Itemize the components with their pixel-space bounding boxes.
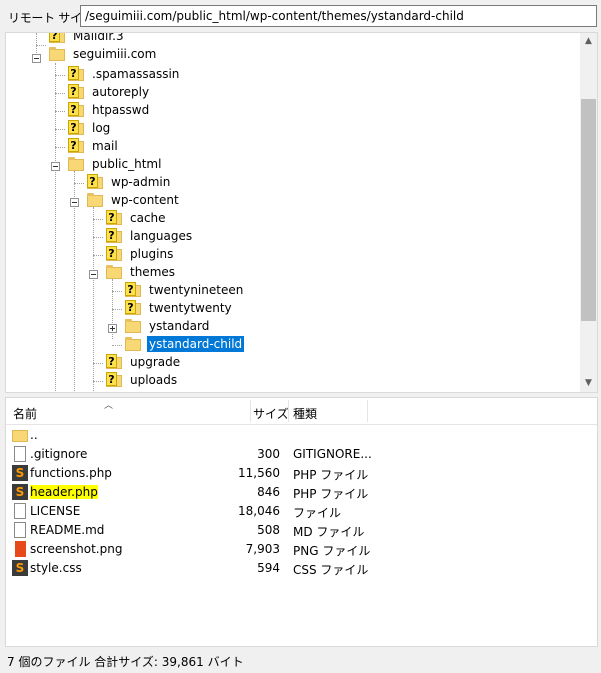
tree-item-htpasswd[interactable]: ? htpasswd (68, 101, 151, 119)
expand-toggle[interactable] (108, 324, 117, 333)
tree-item-upgrade[interactable]: ? upgrade (106, 353, 182, 371)
folder-icon (125, 336, 141, 352)
tree-line (93, 219, 103, 220)
tree-line (55, 111, 65, 112)
file-row-parent[interactable]: .. (6, 426, 597, 445)
remote-path-input[interactable] (80, 5, 597, 27)
file-row[interactable]: .gitignore 300 GITIGNORE... (6, 445, 597, 464)
image-icon (15, 541, 26, 557)
tree-item-maildir3[interactable]: ? Maildir.3 (49, 33, 126, 45)
sort-ascending-icon: ︿ (104, 401, 114, 411)
folder-icon (106, 264, 122, 280)
tree-item-cache[interactable]: ? cache (106, 209, 168, 227)
file-row[interactable]: S style.css 594 CSS ファイル (6, 559, 597, 578)
folder-icon (68, 156, 84, 172)
tree-item-mail[interactable]: ? mail (68, 137, 120, 155)
scroll-down-arrow-icon[interactable]: ▼ (580, 375, 597, 392)
folder-icon (12, 430, 28, 442)
tree-item-seguimiii[interactable]: seguimiii.com (49, 45, 158, 63)
unknown-folder-icon: ? (49, 33, 65, 44)
tree-item-ystandard-child[interactable]: ystandard-child (125, 335, 245, 353)
tree-line (55, 93, 65, 94)
unknown-folder-icon: ? (68, 120, 84, 136)
file-row[interactable]: S functions.php 11,560 PHP ファイル (6, 464, 597, 483)
tree-line (93, 381, 103, 382)
tree-line (55, 63, 56, 392)
tree-item-plugins[interactable]: ? plugins (106, 245, 175, 263)
file-row[interactable]: screenshot.png 7,903 PNG ファイル (6, 540, 597, 559)
tree-scrollbar[interactable]: ▲ ▼ (580, 33, 597, 392)
tree-line (93, 207, 94, 392)
unknown-folder-icon: ? (106, 246, 122, 262)
tree-line (112, 345, 122, 346)
tree-item-autoreply[interactable]: ? autoreply (68, 83, 151, 101)
tree-line (93, 363, 103, 364)
collapse-toggle[interactable] (32, 54, 41, 63)
tree-line (112, 309, 122, 310)
tree-line (36, 45, 46, 46)
document-icon (14, 522, 26, 538)
scrollbar-thumb[interactable] (581, 99, 596, 321)
tree-item-languages[interactable]: ? languages (106, 227, 194, 245)
sublime-icon: S (12, 560, 28, 576)
tree-line (112, 291, 122, 292)
folder-icon (125, 318, 141, 334)
tree-item-wp-admin[interactable]: ? wp-admin (87, 173, 172, 191)
unknown-folder-icon: ? (68, 138, 84, 154)
column-type[interactable]: 種類 (293, 405, 317, 422)
unknown-folder-icon: ? (68, 84, 84, 100)
collapse-toggle[interactable] (51, 162, 60, 171)
file-row[interactable]: S header.php 846 PHP ファイル (6, 483, 597, 502)
tree-line (55, 75, 65, 76)
file-list-header: ︿ 名前 サイズ 種類 (6, 398, 597, 425)
tree-line (55, 129, 65, 130)
tree-item-uploads[interactable]: ? uploads (106, 371, 179, 389)
file-row[interactable]: README.md 508 MD ファイル (6, 521, 597, 540)
remote-file-list[interactable]: ︿ 名前 サイズ 種類 .. .gitignore 300 GITIGNORE.… (5, 397, 598, 647)
unknown-folder-icon: ? (68, 102, 84, 118)
status-bar: 7 個のファイル 合計サイズ: 39,861 バイト (0, 647, 601, 673)
tree-line (74, 183, 84, 184)
sublime-icon: S (12, 465, 28, 481)
remote-site-bar: リモート サイト: (0, 0, 601, 32)
collapse-toggle[interactable] (70, 198, 79, 207)
tree-item-public-html[interactable]: public_html (68, 155, 163, 173)
document-icon (14, 446, 26, 462)
scroll-up-arrow-icon[interactable]: ▲ (580, 33, 597, 50)
unknown-folder-icon: ? (106, 210, 122, 226)
collapse-toggle[interactable] (89, 270, 98, 279)
unknown-folder-icon: ? (125, 300, 141, 316)
unknown-folder-icon: ? (87, 174, 103, 190)
tree-line (93, 237, 103, 238)
unknown-folder-icon: ? (106, 228, 122, 244)
tree-item-spamassassin[interactable]: ? .spamassassin (68, 65, 181, 83)
tree-item-ystandard[interactable]: ystandard (125, 317, 211, 335)
tree-item-themes[interactable]: themes (106, 263, 177, 281)
document-icon (14, 503, 26, 519)
column-size[interactable]: サイズ (253, 405, 289, 422)
tree-item-twentytwenty[interactable]: ? twentytwenty (125, 299, 234, 317)
file-row[interactable]: LICENSE 18,046 ファイル (6, 502, 597, 521)
status-text: 7 個のファイル 合計サイズ: 39,861 バイト (7, 655, 244, 669)
unknown-folder-icon: ? (106, 354, 122, 370)
folder-icon (49, 46, 65, 62)
tree-line (55, 147, 65, 148)
tree-item-twentynineteen[interactable]: ? twentynineteen (125, 281, 245, 299)
column-name[interactable]: 名前 (13, 405, 37, 422)
unknown-folder-icon: ? (106, 372, 122, 388)
tree-item-log[interactable]: ? log (68, 119, 112, 137)
sublime-icon: S (12, 484, 28, 500)
folder-icon (87, 192, 103, 208)
unknown-folder-icon: ? (125, 282, 141, 298)
unknown-folder-icon: ? (68, 66, 84, 82)
remote-directory-tree[interactable]: ? Maildir.3 seguimiii.com ? .spamassassi… (5, 32, 598, 393)
tree-line (93, 255, 103, 256)
tree-item-wp-content[interactable]: wp-content (87, 191, 181, 209)
